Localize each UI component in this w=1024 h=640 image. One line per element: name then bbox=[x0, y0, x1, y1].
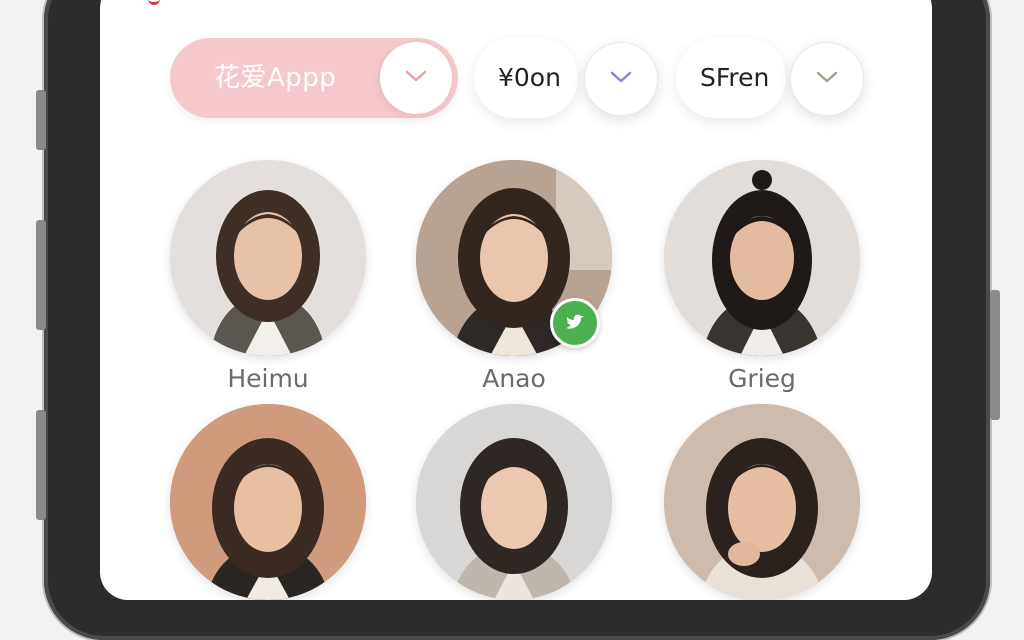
profile-card[interactable]: Grieg bbox=[662, 160, 862, 393]
profile-card[interactable] bbox=[662, 404, 862, 600]
chevron-down-icon[interactable] bbox=[584, 42, 658, 116]
avatar[interactable] bbox=[664, 404, 860, 600]
phone-side-button bbox=[36, 410, 46, 520]
phone-side-button bbox=[990, 290, 1000, 420]
profile-name: Anao bbox=[482, 364, 546, 393]
app-screen: 花爱Appp ¥0on SFren Heimu Anao Grieg bbox=[100, 0, 932, 600]
profile-name: Heimu bbox=[227, 364, 309, 393]
profile-card[interactable]: Heimu bbox=[168, 160, 368, 393]
profile-card[interactable] bbox=[414, 404, 614, 600]
chevron-down-icon[interactable] bbox=[790, 42, 864, 116]
profile-card[interactable]: Anao bbox=[414, 160, 614, 393]
twitter-bird-icon bbox=[566, 314, 584, 329]
filter-chip-price-label: ¥0on bbox=[498, 63, 561, 92]
avatar[interactable] bbox=[416, 404, 612, 600]
filter-chip-app[interactable]: 花爱Appp bbox=[170, 38, 458, 118]
avatar[interactable] bbox=[170, 404, 366, 600]
avatar[interactable] bbox=[664, 160, 860, 356]
filter-chip-gender[interactable]: SFren bbox=[676, 38, 786, 118]
verified-badge bbox=[550, 298, 600, 348]
chevron-down-icon[interactable] bbox=[380, 42, 452, 114]
profile-card[interactable] bbox=[168, 404, 368, 600]
phone-side-button bbox=[36, 220, 46, 330]
brand-mark bbox=[148, 0, 160, 5]
phone-side-button bbox=[36, 90, 46, 150]
profile-name: Grieg bbox=[728, 364, 796, 393]
filter-chip-gender-label: SFren bbox=[700, 63, 770, 92]
filter-chip-app-label: 花爱Appp bbox=[214, 63, 337, 93]
avatar[interactable] bbox=[170, 160, 366, 356]
filter-chip-price[interactable]: ¥0on bbox=[474, 38, 578, 118]
